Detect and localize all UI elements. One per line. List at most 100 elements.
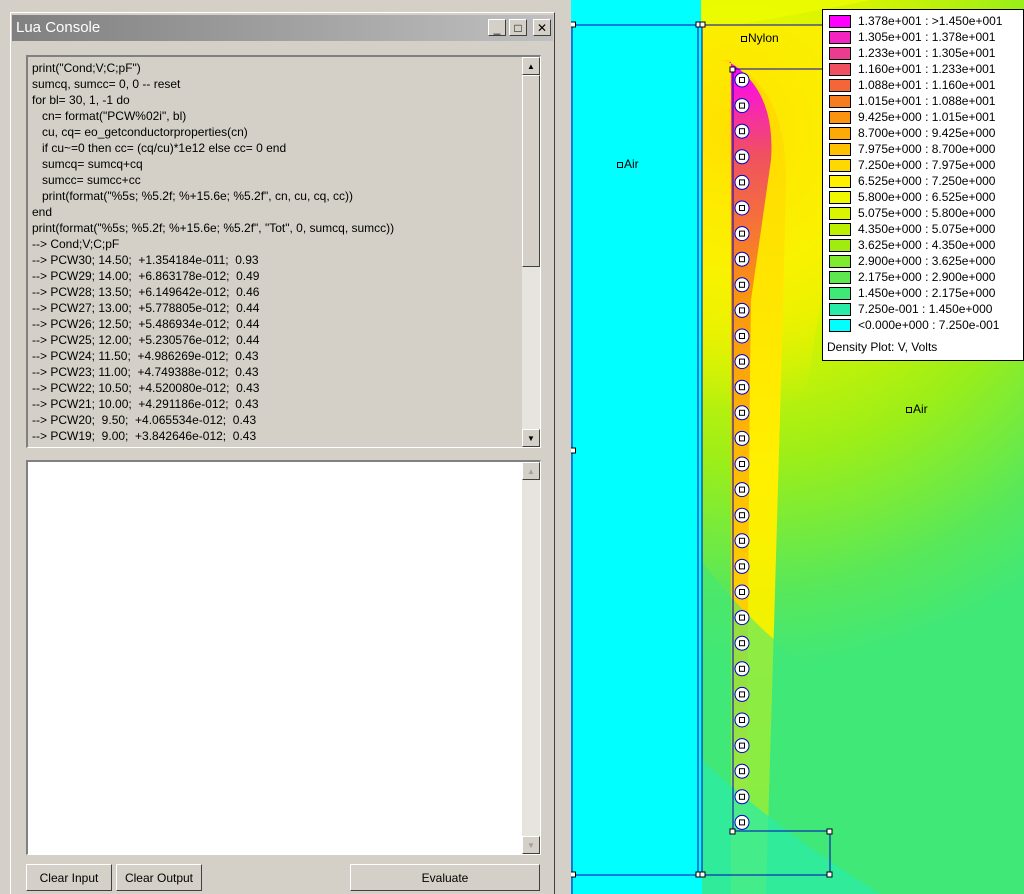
output-line: --> PCW23; 11.00; +4.749388e-012; 0.43: [32, 365, 259, 379]
legend-entry: 8.700e+000 : 9.425e+000: [829, 125, 1024, 141]
conductor-node: [739, 435, 745, 442]
legend-label: 1.305e+001 : 1.378e+001: [858, 30, 996, 44]
clear-input-button[interactable]: Clear Input: [26, 864, 112, 891]
block-label-nylon[interactable]: Nylon: [741, 31, 779, 45]
down-arrow-icon: ▼: [527, 433, 535, 443]
legend-swatch: [829, 239, 851, 252]
output-line: sumcq= sumcq+cq: [32, 157, 143, 171]
conductor-node: [739, 205, 745, 211]
output-line: --> PCW28; 13.50; +6.149642e-012; 0.46: [32, 285, 260, 299]
maximize-icon: □: [514, 20, 522, 35]
output-line: for bl= 30, 1, -1 do: [32, 93, 130, 107]
conductor-node: [739, 230, 745, 237]
density-legend: 1.378e+001 : >1.450e+001 1.305e+001 : 1.3…: [822, 9, 1024, 361]
legend-entry: 1.088e+001 : 1.160e+001: [829, 77, 1024, 93]
input-scrollbar[interactable]: ▲ ▼: [522, 462, 540, 854]
output-pane[interactable]: print("Cond;V;C;pF") sumcq, sumcc= 0, 0 -…: [26, 55, 541, 448]
conductor-node: [739, 153, 745, 160]
legend-label: <0.000e+000 : 7.250e-001: [858, 318, 1000, 332]
scroll-up-button[interactable]: ▲: [522, 57, 540, 75]
conductor-node: [739, 256, 745, 263]
legend-label: 4.350e+000 : 5.075e+000: [858, 222, 996, 236]
scroll-up-button[interactable]: ▲: [522, 462, 540, 480]
legend-entry: 1.305e+001 : 1.378e+001: [829, 29, 1024, 45]
output-line: --> PCW19; 9.00; +3.842646e-012; 0.43: [32, 429, 257, 443]
legend-entry: 1.450e+000 : 2.175e+000: [829, 285, 1024, 301]
output-line: print("Cond;V;C;pF"): [32, 61, 141, 75]
close-button[interactable]: ✕: [533, 19, 551, 36]
output-line: cn= format("PCW%02i", bl): [32, 109, 187, 123]
legend-label: 1.450e+000 : 2.175e+000: [858, 286, 996, 300]
legend-entry: 9.425e+000 : 1.015e+001: [829, 109, 1024, 125]
evaluate-button[interactable]: Evaluate: [350, 864, 540, 891]
window-title: Lua Console: [16, 19, 101, 36]
output-line: --> PCW27; 13.00; +5.778805e-012; 0.44: [32, 301, 260, 315]
output-line: print(format("%5s; %5.2f; %+15.6e; %5.2f…: [32, 221, 395, 235]
scroll-down-button[interactable]: ▼: [522, 836, 540, 854]
block-label-text: Nylon: [748, 31, 779, 45]
scroll-down-button[interactable]: ▼: [522, 429, 540, 447]
input-pane[interactable]: ▲ ▼: [26, 460, 541, 855]
up-arrow-icon: ▲: [527, 466, 535, 476]
clear-output-button[interactable]: Clear Output: [116, 864, 202, 891]
legend-swatch: [829, 159, 851, 172]
output-line: if cu~=0 then cc= (cq/cu)*1e12 else cc= …: [32, 141, 287, 155]
block-label-air-right[interactable]: Air: [906, 402, 928, 416]
legend-label: 5.075e+000 : 5.800e+000: [858, 206, 996, 220]
conductor-node: [739, 819, 745, 826]
output-line: --> PCW26; 12.50; +5.486934e-012; 0.44: [32, 317, 260, 331]
conductor-node: [739, 589, 745, 595]
conductor-node: [739, 77, 745, 83]
legend-swatch: [829, 319, 851, 332]
legend-label: 1.015e+001 : 1.088e+001: [858, 94, 996, 108]
output-line: sumcq, sumcc= 0, 0 -- reset: [32, 77, 181, 91]
output-line: --> PCW22; 10.50; +4.520080e-012; 0.43: [32, 381, 260, 395]
up-arrow-icon: ▲: [527, 61, 535, 71]
conductor-node: [739, 640, 745, 647]
output-scrollbar[interactable]: ▲ ▼: [522, 57, 540, 447]
legend-swatch: [829, 127, 851, 140]
legend-entry: 7.975e+000 : 8.700e+000: [829, 141, 1024, 157]
conductor-node: [739, 461, 745, 467]
output-line: --> PCW24; 11.50; +4.986269e-012; 0.43: [32, 349, 259, 363]
legend-entry: 4.350e+000 : 5.075e+000: [829, 221, 1024, 237]
close-icon: ✕: [536, 20, 548, 35]
conductor-node: [739, 742, 745, 749]
legend-entry: 5.075e+000 : 5.800e+000: [829, 205, 1024, 221]
output-line: --> PCW20; 9.50; +4.065534e-012; 0.43: [32, 413, 257, 427]
legend-entry: 7.250e-001 : 1.450e+000: [829, 301, 1024, 317]
legend-label: 3.625e+000 : 4.350e+000: [858, 238, 996, 252]
legend-entry: 2.900e+000 : 3.625e+000: [829, 253, 1024, 269]
legend-entry: 1.015e+001 : 1.088e+001: [829, 93, 1024, 109]
splitter[interactable]: [557, 0, 571, 894]
conductor-node: [739, 102, 745, 109]
legend-label: 1.378e+001 : >1.450e+001: [858, 14, 1003, 28]
maximize-button[interactable]: □: [509, 19, 527, 36]
conductor-node: [739, 691, 745, 698]
minimize-button[interactable]: _: [488, 19, 506, 36]
legend-swatch: [829, 303, 851, 316]
conductor-node: [739, 614, 745, 621]
legend-label: 6.525e+000 : 7.250e+000: [858, 174, 996, 188]
block-label-air-left[interactable]: Air: [617, 157, 639, 171]
output-line: --> PCW30; 14.50; +1.354184e-011; 0.93: [32, 253, 259, 267]
block-label-text: Air: [624, 157, 639, 171]
output-line: --> PCW29; 14.00; +6.863178e-012; 0.49: [32, 269, 260, 283]
conductor-node: [739, 665, 745, 672]
legend-label: 7.250e+000 : 7.975e+000: [858, 158, 996, 172]
minimize-icon: _: [493, 20, 501, 35]
legend-title: Density Plot: V, Volts: [827, 340, 938, 354]
legend-label: 1.160e+001 : 1.233e+001: [858, 62, 996, 76]
legend-entry: 5.800e+000 : 6.525e+000: [829, 189, 1024, 205]
lua-console-window: Lua Console _ □ ✕ print("Cond;V;C;pF") su…: [10, 12, 555, 894]
title-bar[interactable]: Lua Console _ □ ✕: [12, 15, 553, 41]
conductor-node: [739, 179, 745, 186]
legend-swatch: [829, 287, 851, 300]
legend-swatch: [829, 95, 851, 108]
legend-label: 7.975e+000 : 8.700e+000: [858, 142, 996, 156]
legend-swatch: [829, 175, 851, 188]
legend-swatch: [829, 63, 851, 76]
scroll-thumb[interactable]: [522, 75, 540, 267]
block-label-text: Air: [913, 402, 928, 416]
legend-swatch: [829, 111, 851, 124]
